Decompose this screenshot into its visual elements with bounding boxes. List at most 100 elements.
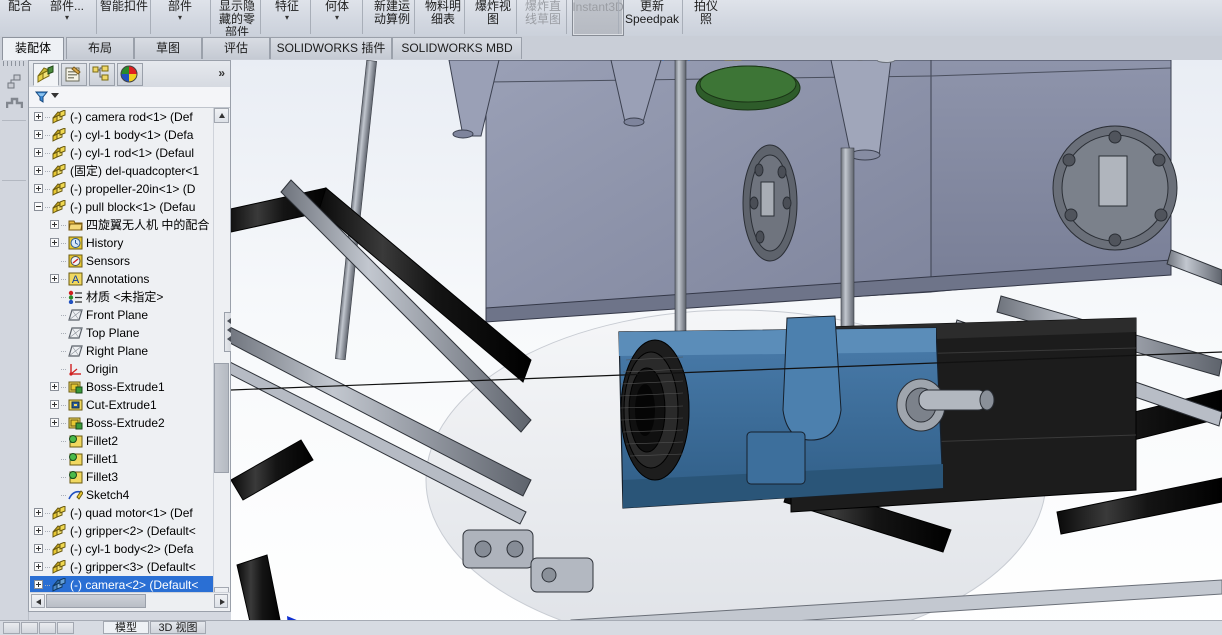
ribbon-group-6[interactable]: 何体 ▾ [312, 0, 362, 36]
chevron-down-icon[interactable]: ▾ [178, 14, 182, 22]
expand-icon[interactable] [34, 562, 43, 571]
section-view-icon[interactable] [721, 60, 745, 63]
feature-tree-item[interactable]: History [30, 234, 216, 252]
feature-tree-item[interactable]: (-) cyl-1 body<1> (Defa [30, 126, 216, 144]
feature-tree-item[interactable]: Front Plane [30, 306, 216, 324]
expand-icon[interactable] [34, 166, 43, 175]
configuration-manager-tab[interactable] [89, 63, 115, 86]
feature-tree-item[interactable]: Sensors [30, 252, 216, 270]
scrollbar-thumb[interactable] [214, 363, 229, 473]
ribbon-group-3[interactable]: 部件 ▾ [152, 0, 208, 36]
ribbon-group-1[interactable]: 部件... ▾ [38, 0, 96, 36]
filter-funnel-icon[interactable] [34, 89, 49, 107]
ribbon-group-4[interactable]: 显示隐藏的零部件 [212, 0, 262, 36]
command-tab-2[interactable]: 草图 [134, 37, 202, 59]
filter-dropdown-arrow-icon[interactable] [51, 93, 59, 98]
ribbon-group-11[interactable]: Instant3D [572, 0, 624, 36]
scroll-up-button[interactable] [214, 108, 229, 123]
feature-tree-filter-row[interactable] [29, 87, 230, 108]
expand-icon[interactable] [34, 130, 43, 139]
scroll-left-button[interactable] [31, 594, 45, 608]
expand-icon[interactable] [34, 544, 43, 553]
ribbon-group-8[interactable]: 物料明细表 [418, 0, 468, 36]
feature-tree-item[interactable]: (-) quad motor<1> (Def [30, 504, 216, 522]
command-tab-5[interactable]: SOLIDWORKS MBD [392, 37, 522, 59]
feature-tree[interactable]: (-) camera rod<1> (Def (-) cyl-1 body<1> … [30, 108, 216, 602]
chevron-down-icon[interactable]: ▾ [65, 14, 69, 22]
edit-appearance-icon[interactable] [848, 60, 872, 63]
ribbon-group-10[interactable]: 爆炸直线草图 [518, 0, 568, 36]
ribbon-group-0[interactable]: 配合 [2, 0, 38, 36]
expand-icon[interactable] [50, 382, 59, 391]
feature-tree-item[interactable]: (-) propeller-20in<1> (D [30, 180, 216, 198]
toolbar-grip[interactable] [3, 61, 25, 66]
hscrollbar-thumb[interactable] [46, 594, 146, 608]
feature-tree-vertical-scrollbar[interactable] [213, 108, 229, 602]
expand-icon[interactable] [50, 238, 59, 247]
ribbon-group-7[interactable]: 新建运动算例 [366, 0, 418, 36]
feature-tree-item[interactable]: Fillet3 [30, 468, 216, 486]
first-page-icon[interactable] [3, 622, 20, 634]
property-manager-tab[interactable] [61, 63, 87, 86]
expand-icon[interactable] [50, 274, 59, 283]
display-style-icon[interactable] [781, 60, 805, 63]
feature-tree-item[interactable]: Cut-Extrude1 [30, 396, 216, 414]
feature-tree-item[interactable]: (-) camera rod<1> (Def [30, 108, 216, 126]
feature-tree-horizontal-scrollbar[interactable] [30, 592, 230, 610]
expand-icon[interactable] [34, 184, 43, 193]
more-tabs-button[interactable]: » [218, 66, 225, 80]
feature-tree-item[interactable]: 材质 <未指定> [30, 288, 216, 306]
ribbon-group-2[interactable]: 智能扣件 [96, 0, 152, 36]
previous-page-icon[interactable] [21, 622, 38, 634]
bottom-tab-0[interactable]: 模型 [103, 621, 149, 634]
view-settings-icon[interactable] [907, 60, 931, 63]
ribbon-group-5[interactable]: 特征 ▾ [262, 0, 312, 36]
command-tab-3[interactable]: 评估 [202, 37, 270, 59]
ribbon-group-12[interactable]: 更新 Speedpak [622, 0, 682, 36]
collapse-icon[interactable] [34, 202, 43, 211]
expand-icon[interactable] [50, 400, 59, 409]
feature-tree-item[interactable]: Right Plane [30, 342, 216, 360]
feature-tree-item[interactable]: Sketch4 [30, 486, 216, 504]
next-page-icon[interactable] [39, 622, 56, 634]
view-orientation-icon[interactable] [747, 60, 771, 63]
feature-tree-item[interactable]: Top Plane [30, 324, 216, 342]
feature-tree-item[interactable]: (-) gripper<3> (Default< [30, 558, 216, 576]
feature-tree-item[interactable]: (-) pull block<1> (Defau [30, 198, 216, 216]
heads-up-view-toolbar[interactable]: ▾ ▾ ▾ [640, 60, 934, 64]
ribbon-group-9[interactable]: 爆炸视图 [468, 0, 518, 36]
expand-icon[interactable] [50, 418, 59, 427]
expand-icon[interactable] [50, 220, 59, 229]
bottom-tab-1[interactable]: 3D 视图 [150, 621, 206, 634]
feature-tree-item[interactable]: A Annotations [30, 270, 216, 288]
display-manager-tab[interactable] [117, 63, 143, 86]
last-page-icon[interactable] [57, 622, 74, 634]
expand-icon[interactable] [34, 112, 43, 121]
graphics-viewport[interactable]: Y Z [231, 60, 1222, 635]
expand-icon[interactable] [34, 526, 43, 535]
command-tab-1[interactable]: 布局 [66, 37, 134, 59]
flowchart-icon[interactable] [6, 74, 23, 91]
zoom-to-fit-icon[interactable] [643, 60, 667, 63]
scroll-right-button[interactable] [214, 594, 228, 608]
feature-tree-item[interactable]: Boss-Extrude1 [30, 378, 216, 396]
command-tab-0[interactable]: 装配体 [2, 37, 64, 61]
chevron-down-icon[interactable]: ▾ [335, 14, 339, 22]
ribbon-group-13[interactable]: 拍仪照 [686, 0, 726, 36]
feature-tree-tab[interactable] [33, 63, 59, 86]
previous-view-icon[interactable] [695, 60, 719, 63]
expand-icon[interactable] [34, 148, 43, 157]
feature-tree-item[interactable]: (-) gripper<2> (Default< [30, 522, 216, 540]
feature-tree-item[interactable]: Fillet2 [30, 432, 216, 450]
expand-icon[interactable] [34, 580, 43, 589]
feature-tree-item[interactable]: Boss-Extrude2 [30, 414, 216, 432]
feature-tree-item[interactable]: Fillet1 [30, 450, 216, 468]
feature-tree-item[interactable]: (固定) del-quadcopter<1 [30, 162, 216, 180]
feature-tree-item[interactable]: Origin [30, 360, 216, 378]
feature-tree-item[interactable]: 四旋翼无人机 中的配合 [30, 216, 216, 234]
step-signal-icon[interactable] [5, 96, 24, 113]
expand-icon[interactable] [34, 508, 43, 517]
hide-show-items-icon[interactable] [814, 60, 838, 63]
feature-tree-item[interactable]: (-) cyl-1 body<2> (Defa [30, 540, 216, 558]
chevron-down-icon[interactable]: ▾ [285, 14, 289, 22]
